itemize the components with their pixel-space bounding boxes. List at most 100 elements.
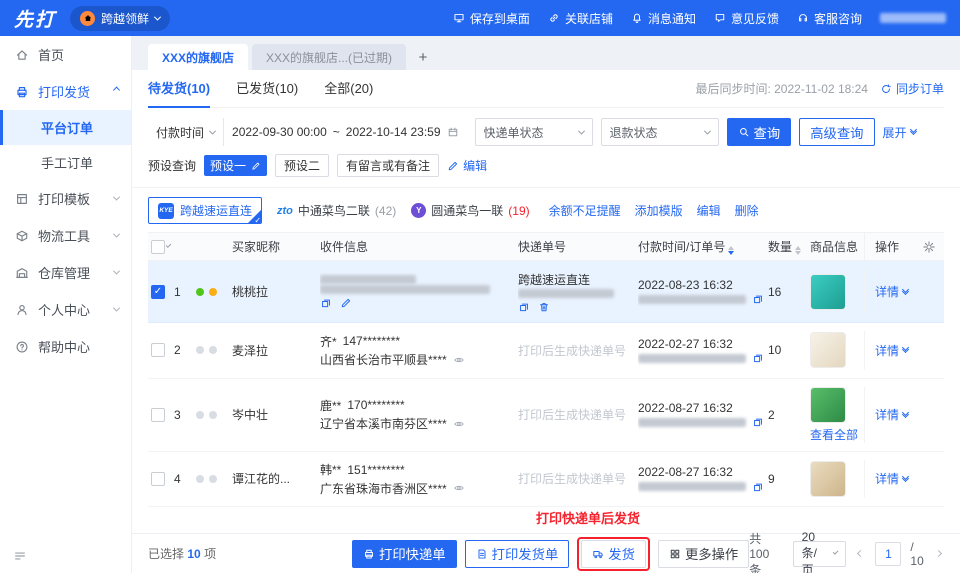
date-range-input[interactable]: 2022-09-30 00:00 ~ 2022-10-14 23:59 [224,118,467,146]
balance-alert-link[interactable]: 余额不足提醒 [549,202,621,219]
shop-tab-expired[interactable]: XXX的旗舰店...(已过期) [252,44,406,70]
detail-link[interactable]: 详情 [875,283,908,300]
search-icon [738,126,750,138]
double-chevron-down-icon [903,413,908,417]
shop-tabs: XXX的旗舰店 XXX的旗舰店...(已过期) + [132,36,960,70]
shop-selector-dropdown[interactable]: 跨越领鲜 [70,6,170,31]
waybill-status-select[interactable]: 快递单状态 [475,118,593,146]
preset-2-tag[interactable]: 预设二 [275,154,329,177]
advanced-search-button[interactable]: 高级查询 [799,118,874,146]
redacted-text [320,275,416,284]
selection-dropdown-icon[interactable] [166,242,172,248]
header-pay-time[interactable]: 付款时间/订单号 [638,238,768,256]
courier-tab-kye-direct[interactable]: KYE 跨越速运直连 ✓ [148,197,262,224]
collapse-sidebar-icon[interactable] [13,549,27,563]
refund-status-select[interactable]: 退款状态 [601,118,719,146]
detail-link[interactable]: 详情 [875,342,908,359]
eye-icon[interactable] [453,482,465,494]
sidebar-item-warehouse[interactable]: 仓库管理 [0,254,131,291]
preset-1-tag[interactable]: 预设一 [204,155,267,176]
link-shops-link[interactable]: 关联店铺 [548,10,613,27]
sort-icon[interactable] [728,246,734,256]
eye-icon[interactable] [453,418,465,430]
column-settings-gear-icon[interactable] [922,240,936,254]
print-invoice-button[interactable]: 打印发货单 [465,540,570,568]
sidebar-item-help[interactable]: 帮助中心 [0,328,131,365]
page-size-select[interactable]: 20条/页 [793,541,847,567]
copy-icon[interactable] [320,296,332,310]
delete-waybill-icon[interactable] [538,300,550,314]
preset-query-label: 预设查询 [148,157,196,174]
row-checkbox[interactable] [151,472,165,486]
sidebar-item-profile[interactable]: 个人中心 [0,291,131,328]
table-row[interactable]: ✓ 1 桃桃拉 跨越速运直连 2022-08-23 [148,261,944,323]
detail-link[interactable]: 详情 [875,406,908,423]
printer-icon [15,85,29,99]
sidebar-item-manual-orders[interactable]: 手工订单 [0,145,131,180]
product-image[interactable] [810,332,846,368]
table-row[interactable]: 3 岑中壮 鹿**170******** 辽宁省本溪市南芬区**** 打印后生成… [148,379,944,452]
product-image[interactable] [810,387,846,423]
view-all-products-link[interactable]: 查看全部 [810,426,860,443]
eye-icon[interactable] [453,354,465,366]
shop-selector-label: 跨越领鲜 [101,10,149,27]
sync-orders-button[interactable]: 同步订单 [880,80,944,97]
copy-icon[interactable] [752,293,764,305]
recipient-info: 韩**151******** 广东省珠海市香洲区**** [320,460,518,499]
add-template-link[interactable]: 添加模版 [635,202,683,219]
header-qty[interactable]: 数量 [768,238,810,256]
tab-shipped[interactable]: 已发货(10) [236,70,298,108]
copy-icon[interactable] [752,416,764,428]
box-icon [15,229,29,243]
chevron-down-icon [577,127,584,134]
feedback-link[interactable]: 意见反馈 [714,10,779,27]
sidebar-item-print-templates[interactable]: 打印模板 [0,180,131,217]
next-page-button[interactable] [933,548,944,559]
ship-button[interactable]: 发货 [581,540,646,568]
support-link[interactable]: 客服咨询 [797,10,862,27]
more-actions-button[interactable]: 更多操作 [658,540,749,568]
pay-time-type-select[interactable]: 付款时间 [148,118,223,146]
sidebar-item-home[interactable]: 首页 [0,36,131,73]
table-row[interactable]: 4 谭江花的... 韩**151******** 广东省珠海市香洲区**** 打… [148,452,944,508]
row-index: 4 [174,472,196,486]
tab-all[interactable]: 全部(20) [324,70,373,108]
edit-address-icon[interactable] [340,296,352,310]
waybill-placeholder: 打印后生成快递单号 [518,470,638,487]
product-image[interactable] [810,461,846,497]
tab-pending-shipment[interactable]: 待发货(10) [148,70,210,108]
notifications-link[interactable]: 消息通知 [631,10,696,27]
save-to-desktop-link[interactable]: 保存到桌面 [453,10,530,27]
expand-filters-link[interactable]: 展开 [883,124,916,141]
current-page-input[interactable]: 1 [875,542,901,566]
sort-icon[interactable] [795,246,801,256]
copy-icon[interactable] [518,300,530,314]
copy-icon[interactable] [752,481,764,493]
search-button[interactable]: 查询 [727,118,792,146]
sidebar-item-print-ship[interactable]: 打印发货 [0,73,131,110]
add-shop-tab-button[interactable]: + [410,44,436,70]
delete-template-link[interactable]: 删除 [735,202,759,219]
zto-logo-icon: zto [277,205,293,217]
courier-actions: 余额不足提醒 添加模版 编辑 删除 [549,202,759,219]
edit-presets-link[interactable]: 编辑 [447,157,487,174]
row-checkbox[interactable]: ✓ [151,285,165,299]
courier-tab-zto[interactable]: zto 中通菜鸟二联 (42) [277,202,396,219]
prev-page-button[interactable] [855,548,866,559]
select-all-checkbox[interactable] [151,240,165,254]
row-checkbox[interactable] [151,408,165,422]
has-note-filter-tag[interactable]: 有留言或有备注 [337,154,439,177]
print-waybill-button[interactable]: 打印快递单 [352,540,457,568]
shop-tab-active[interactable]: XXX的旗舰店 [148,44,248,70]
sidebar-item-platform-orders[interactable]: 平台订单 [0,110,131,145]
edit-template-link[interactable]: 编辑 [697,202,721,219]
quantity: 9 [768,472,810,486]
row-checkbox[interactable] [151,343,165,357]
product-image[interactable] [810,274,846,310]
annotation-highlight-box: 发货 [577,537,650,571]
copy-icon[interactable] [752,352,764,364]
detail-link[interactable]: 详情 [875,470,908,487]
table-row[interactable]: 2 麦泽拉 齐*147******** 山西省长治市平顺县**** 打印后生成快… [148,323,944,379]
courier-tab-yto[interactable]: Y 圆通菜鸟一联 (19) [411,202,529,219]
sidebar-item-logistics-tools[interactable]: 物流工具 [0,217,131,254]
